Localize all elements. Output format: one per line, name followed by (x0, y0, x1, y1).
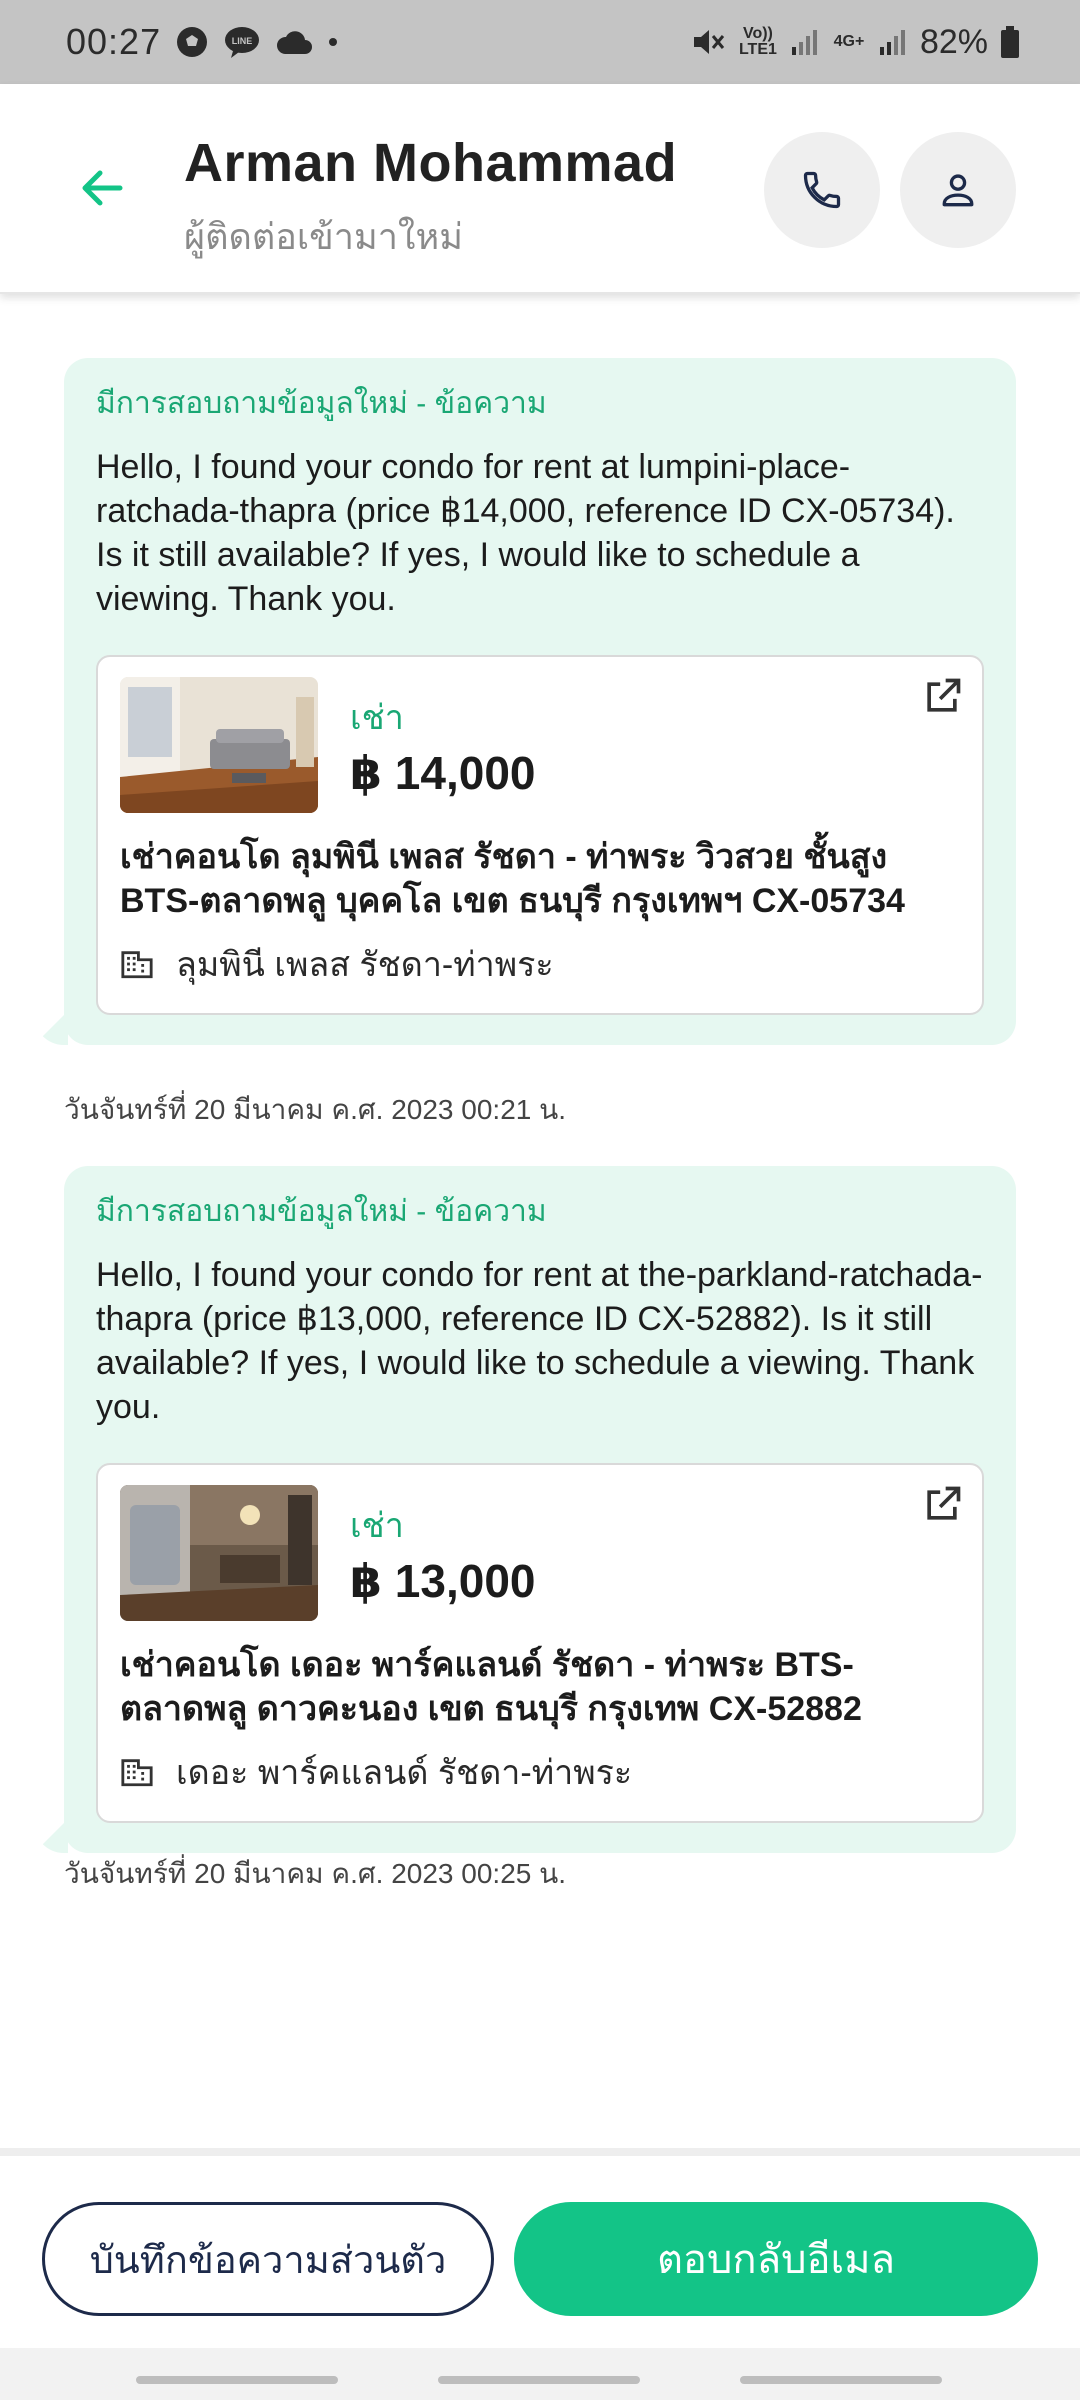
inquiry-message: มีการสอบถามข้อมูลใหม่ - ข้อความ Hello, I… (34, 1166, 1016, 1853)
svg-text:LINE: LINE (232, 36, 253, 46)
battery-percent: 82% (919, 22, 988, 61)
message-text: Hello, I found your condo for rent at lu… (96, 448, 955, 618)
soccer-ball-icon (175, 25, 209, 59)
listing-type: เช่า (350, 699, 404, 737)
message-timestamp: วันจันทร์ที่ 20 มีนาคม ค.ศ. 2023 00:21 น… (64, 1094, 567, 1125)
contact-name: Arman Mohammad (184, 133, 678, 193)
call-button[interactable] (764, 132, 880, 248)
battery-icon (1000, 25, 1020, 59)
system-nav-bar (0, 2348, 1080, 2400)
notification-dot-icon (327, 36, 339, 48)
building-icon (121, 1759, 153, 1787)
listing-card[interactable]: เช่า ฿ 13,000 เช่าคอนโด เดอะ พาร์คแลนด์ … (96, 1463, 984, 1823)
listing-title: เช่าคอนโด เดอะ พาร์คแลนด์ รัชดา - ท่าพระ… (120, 1646, 862, 1728)
volte-label: Vo)) LTE1 (738, 25, 777, 58)
open-external-icon (927, 1486, 961, 1520)
listing-title: เช่าคอนโด ลุมพินี เพลส รัชดา - ท่าพระ วิ… (120, 838, 905, 920)
back-button[interactable] (72, 158, 132, 218)
cloud-icon (275, 28, 313, 56)
listing-photo (120, 677, 318, 813)
contact-profile-button[interactable] (900, 132, 1016, 248)
listing-price: ฿ 13,000 (350, 1555, 536, 1607)
building-icon (121, 951, 153, 979)
listing-card[interactable]: เช่า ฿ 14,000 เช่าคอนโด ลุมพินี เพลส รัช… (96, 655, 984, 1015)
arrow-left-icon (82, 170, 123, 206)
open-listing-button[interactable] (920, 675, 964, 719)
mute-icon (690, 25, 726, 59)
conversation-header: Arman Mohammad ผู้ติดต่อเข้ามาใหม่ (0, 84, 1080, 294)
network-type-label: 4G+ (833, 33, 865, 50)
message-kicker: มีการสอบถามข้อมูลใหม่ - ข้อความ (96, 1195, 547, 1228)
signal-icon (790, 27, 820, 57)
status-bar: 00:27 LINE Vo)) LTE1 4G+ 82% (0, 0, 1080, 84)
nav-back[interactable] (740, 2376, 942, 2384)
nav-home[interactable] (438, 2376, 640, 2384)
message-timestamp: วันจันทร์ที่ 20 มีนาคม ค.ศ. 2023 00:25 น… (64, 1858, 567, 1889)
inquiry-message: มีการสอบถามข้อมูลใหม่ - ข้อความ Hello, I… (34, 358, 1016, 1045)
line-app-icon: LINE (223, 25, 261, 59)
action-bar: บันทึกข้อความส่วนตัว ตอบกลับอีเมล (0, 2148, 1080, 2348)
bubble-tail (34, 1011, 68, 1045)
open-listing-button[interactable] (920, 1483, 964, 1527)
reply-email-button[interactable]: ตอบกลับอีเมล (514, 2202, 1038, 2316)
listing-type: เช่า (350, 1507, 404, 1545)
open-external-icon (927, 678, 961, 712)
listing-price: ฿ 14,000 (350, 747, 536, 799)
nav-recents[interactable] (136, 2376, 338, 2384)
person-icon (942, 174, 974, 207)
signal-icon-2 (878, 27, 908, 57)
contact-status: ผู้ติดต่อเข้ามาใหม่ (184, 216, 463, 257)
listing-project: ลุมพินี เพลส รัชดา-ท่าพระ (176, 946, 554, 984)
listing-project: เดอะ พาร์คแลนด์ รัชดา-ท่าพระ (176, 1754, 633, 1792)
listing-photo (120, 1485, 318, 1621)
message-kicker: มีการสอบถามข้อมูลใหม่ - ข้อความ (96, 387, 547, 420)
phone-icon (803, 171, 841, 209)
status-time: 00:27 (66, 21, 162, 62)
bubble-tail (34, 1819, 68, 1853)
private-note-button[interactable]: บันทึกข้อความส่วนตัว (42, 2202, 494, 2316)
message-text: Hello, I found your condo for rent at th… (96, 1256, 983, 1426)
